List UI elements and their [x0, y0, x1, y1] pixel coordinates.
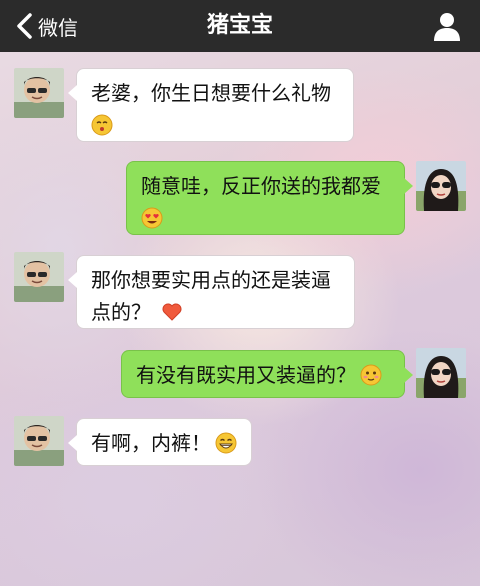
heart-eyes-icon [141, 207, 163, 229]
message-bubble-4[interactable]: 有没有既实用又装逼的？ [121, 350, 413, 398]
message-text: 老婆，你生日想要什么礼物 [91, 81, 331, 105]
avatar-self[interactable] [416, 161, 466, 211]
chevron-left-icon [17, 13, 32, 39]
message-bubble-2[interactable]: 随意哇，反正你送的我都爱 [126, 161, 413, 235]
message-text-line2: 点的？ [91, 300, 151, 324]
message-text: 有没有既实用又装逼的？ [136, 363, 356, 387]
avatar-self[interactable] [416, 348, 466, 398]
avatar-contact[interactable] [14, 252, 64, 302]
avatar-contact[interactable] [14, 68, 64, 118]
heart-icon [162, 303, 182, 321]
message-text-line1: 那你想要实用点的还是装逼 [91, 268, 331, 292]
avatar-contact[interactable] [14, 416, 64, 466]
back-button[interactable]: 微信 [14, 0, 78, 52]
kissing-face-icon [91, 114, 113, 136]
message-bubble-3[interactable]: 那你想要实用点的还是装逼 点的？ [68, 255, 355, 329]
grinning-face-icon [215, 432, 237, 454]
message-bubble-1[interactable]: 老婆，你生日想要什么礼物 [68, 68, 354, 142]
message-bubble-5[interactable]: 有啊，内裤！ [68, 418, 252, 466]
message-text: 有啊，内裤！ [91, 431, 211, 455]
shy-face-icon [360, 364, 382, 386]
person-icon[interactable] [432, 10, 462, 42]
message-text: 随意哇，反正你送的我都爱 [141, 174, 381, 198]
back-label: 微信 [38, 15, 78, 40]
top-bar: 微信 猪宝宝 [0, 0, 480, 52]
